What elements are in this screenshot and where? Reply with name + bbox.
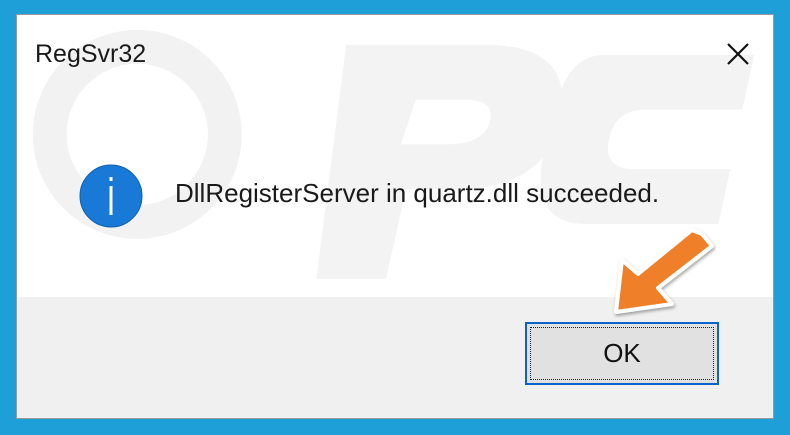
ok-button-label: OK bbox=[603, 338, 641, 368]
close-button[interactable] bbox=[721, 37, 755, 71]
window-title: RegSvr32 bbox=[35, 40, 147, 68]
close-icon bbox=[727, 43, 749, 65]
message-text: DllRegisterServer in quartz.dll succeede… bbox=[175, 178, 660, 208]
regsvr32-dialog: risk.com RegSvr32 DllRegisterServer in q… bbox=[16, 14, 774, 419]
message-area: DllRegisterServer in quartz.dll succeede… bbox=[17, 91, 773, 297]
screenshot-frame: risk.com RegSvr32 DllRegisterServer in q… bbox=[0, 0, 790, 435]
info-icon bbox=[79, 164, 143, 228]
button-bar: OK bbox=[17, 297, 773, 418]
ok-button[interactable]: OK bbox=[525, 322, 719, 385]
title-bar: RegSvr32 bbox=[17, 15, 773, 91]
